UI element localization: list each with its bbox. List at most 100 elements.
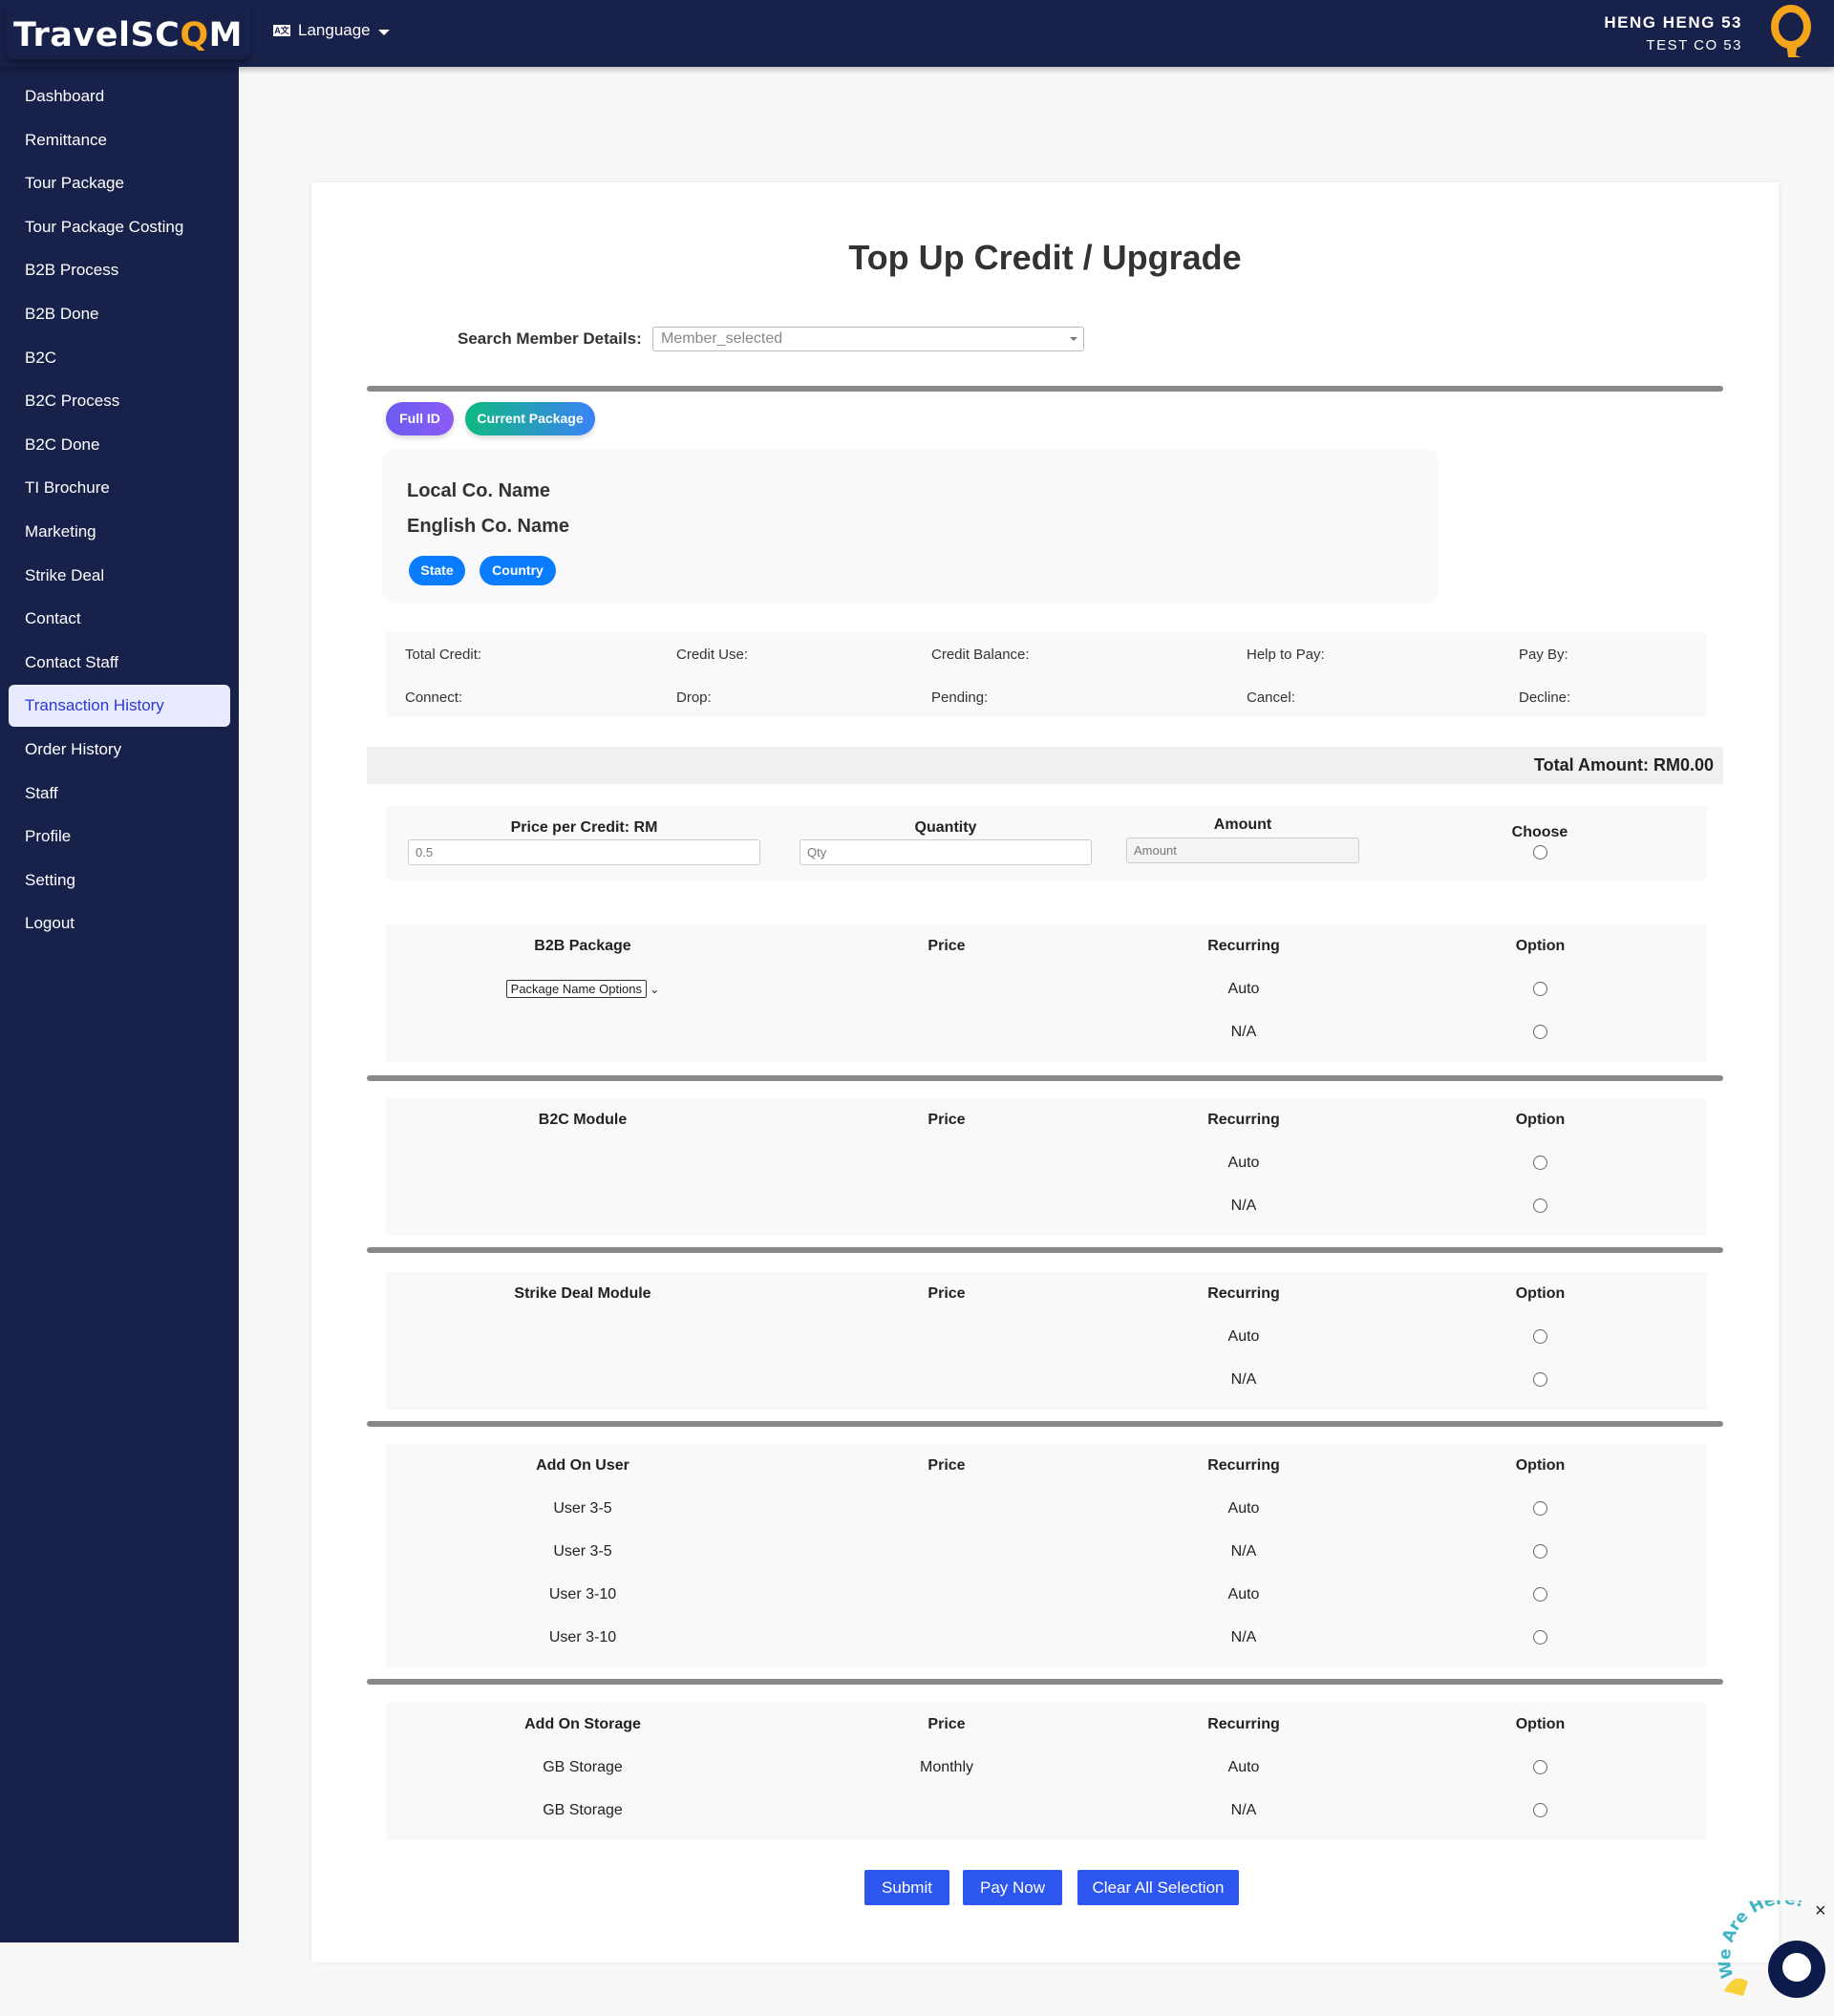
quantity-input[interactable]: Qty	[800, 839, 1092, 865]
option-radio[interactable]	[1533, 1803, 1547, 1817]
divider	[367, 1075, 1723, 1081]
option-radio[interactable]	[1533, 1156, 1547, 1170]
option-radio[interactable]	[1533, 1372, 1547, 1387]
option-cell	[1374, 1630, 1707, 1645]
table-row: GB Storage N/A	[386, 1789, 1707, 1832]
option-radio[interactable]	[1533, 1329, 1547, 1344]
caret-down-icon	[377, 29, 390, 35]
sidebar: Dashboard Remittance Tour Package Tour Pack…	[0, 67, 239, 1942]
option-radio[interactable]	[1533, 1025, 1547, 1039]
column-header: Option	[1515, 1111, 1566, 1128]
section-header: B2B Package Price Recurring Option	[386, 924, 1707, 967]
search-member-select[interactable]: Member_selected	[652, 327, 1084, 351]
column-header: Option	[1515, 1715, 1566, 1732]
column-header: B2C Module	[538, 1111, 628, 1128]
sidebar-item-order-history[interactable]: Order History	[9, 729, 230, 771]
sidebar-item-b2c-process[interactable]: B2C Process	[9, 380, 230, 422]
table-row: Auto	[386, 1315, 1707, 1358]
option-radio[interactable]	[1533, 982, 1547, 996]
section-header: Strike Deal Module Price Recurring Option	[386, 1272, 1707, 1315]
option-cell	[1374, 1803, 1707, 1817]
top-up-card: Top Up Credit / Upgrade Search Member De…	[311, 182, 1779, 1963]
column-header: Recurring	[1207, 1111, 1280, 1128]
sidebar-item-tour-package[interactable]: Tour Package	[9, 162, 230, 204]
sidebar-item-b2c-done[interactable]: B2C Done	[9, 424, 230, 466]
current-package-button[interactable]: Current Package	[465, 402, 595, 435]
recurring: N/A	[1230, 1197, 1257, 1214]
sidebar-item-strike-deal[interactable]: Strike Deal	[9, 555, 230, 597]
sidebar-item-b2c[interactable]: B2C	[9, 337, 230, 379]
amount-label: Amount	[1213, 817, 1272, 833]
column-header: Price	[928, 1456, 966, 1474]
package-name-select[interactable]: Package Name Options	[505, 980, 647, 998]
submit-button[interactable]: Submit	[864, 1870, 949, 1905]
total-amount: Total Amount: RM0.00	[367, 747, 1723, 784]
option-radio[interactable]	[1533, 1760, 1547, 1774]
section-add-on-storage: Add On Storage Price Recurring Option GB Sto…	[386, 1703, 1707, 1840]
sidebar-item-staff[interactable]: Staff	[9, 773, 230, 815]
sidebar-item-tour-package-costing[interactable]: Tour Package Costing	[9, 206, 230, 248]
sidebar-item-b2b-done[interactable]: B2B Done	[9, 293, 230, 335]
credit-purchase-row: Price per Credit: RM 0.5 Quantity Qty Am…	[386, 806, 1707, 880]
sidebar-item-contact[interactable]: Contact	[9, 598, 230, 640]
price-per-credit-input[interactable]: 0.5	[408, 839, 760, 865]
pay-now-button[interactable]: Pay Now	[963, 1870, 1062, 1905]
sidebar-item-b2b-process[interactable]: B2B Process	[9, 249, 230, 291]
stat-total-credit: Total Credit:	[405, 647, 482, 663]
table-row: Package Name Options ⌄ Auto	[386, 967, 1707, 1010]
clear-all-selection-button[interactable]: Clear All Selection	[1077, 1870, 1239, 1905]
choose-credit-radio[interactable]	[1533, 845, 1547, 859]
user-info[interactable]: HENG HENG 53 TEST CO 53	[1604, 13, 1742, 53]
sidebar-item-transaction-history[interactable]: Transaction History	[9, 685, 230, 728]
sidebar-item-logout[interactable]: Logout	[9, 902, 230, 944]
option-radio[interactable]	[1533, 1544, 1547, 1559]
option-radio[interactable]	[1533, 1630, 1547, 1645]
option-cell	[1374, 1544, 1707, 1559]
sidebar-item-profile[interactable]: Profile	[9, 816, 230, 858]
table-row: User 3-10 N/A	[386, 1616, 1707, 1659]
sidebar-item-marketing[interactable]: Marketing	[9, 511, 230, 553]
column-header: Recurring	[1207, 937, 1280, 954]
column-header: Price	[928, 1111, 966, 1128]
divider	[367, 386, 1723, 392]
option-cell	[1374, 1501, 1707, 1516]
column-header: Price	[928, 1284, 966, 1302]
option-cell	[1374, 1025, 1707, 1039]
recurring: N/A	[1230, 1023, 1257, 1040]
recurring: N/A	[1230, 1370, 1257, 1388]
recurring: N/A	[1230, 1542, 1257, 1560]
sidebar-item-remittance[interactable]: Remittance	[9, 119, 230, 161]
logo[interactable]: TravelSCQM	[6, 4, 250, 59]
option-radio[interactable]	[1533, 1501, 1547, 1516]
section-header: Add On Storage Price Recurring Option	[386, 1703, 1707, 1746]
section-b2c-module: B2C Module Price Recurring Option Auto N/A	[386, 1098, 1707, 1236]
close-chat-icon[interactable]: ×	[1815, 1900, 1826, 1922]
language-dropdown[interactable]: A文 Language	[273, 21, 390, 40]
local-company-name: Local Co. Name	[407, 480, 551, 501]
sidebar-item-ti-brochure[interactable]: TI Brochure	[9, 467, 230, 509]
divider	[367, 1247, 1723, 1253]
table-row: Auto	[386, 1141, 1707, 1184]
price-per-credit-label: Price per Credit: RM	[510, 819, 658, 836]
item-name: User 3-5	[553, 1542, 612, 1560]
stat-pending: Pending:	[931, 690, 989, 706]
table-row: User 3-5 N/A	[386, 1530, 1707, 1573]
amount-input[interactable]: Amount	[1126, 838, 1359, 863]
option-radio[interactable]	[1533, 1587, 1547, 1602]
country-badge[interactable]: Country	[480, 556, 556, 585]
recurring: Auto	[1227, 1758, 1260, 1775]
item-name: GB Storage	[543, 1801, 623, 1818]
option-radio[interactable]	[1533, 1199, 1547, 1213]
recurring: N/A	[1230, 1628, 1257, 1645]
sidebar-item-dashboard[interactable]: Dashboard	[9, 75, 230, 117]
sidebar-item-setting[interactable]: Setting	[9, 859, 230, 902]
column-header: Recurring	[1207, 1715, 1280, 1732]
state-badge[interactable]: State	[409, 556, 465, 585]
column-header: Option	[1515, 1456, 1566, 1474]
recurring: Auto	[1227, 1327, 1260, 1345]
chat-widget[interactable]: × We Are Here!	[1715, 1890, 1834, 2010]
option-cell	[1374, 1372, 1707, 1387]
full-id-button[interactable]: Full ID	[386, 402, 454, 435]
sidebar-item-contact-staff[interactable]: Contact Staff	[9, 642, 230, 684]
quantity-label: Quantity	[914, 819, 977, 836]
